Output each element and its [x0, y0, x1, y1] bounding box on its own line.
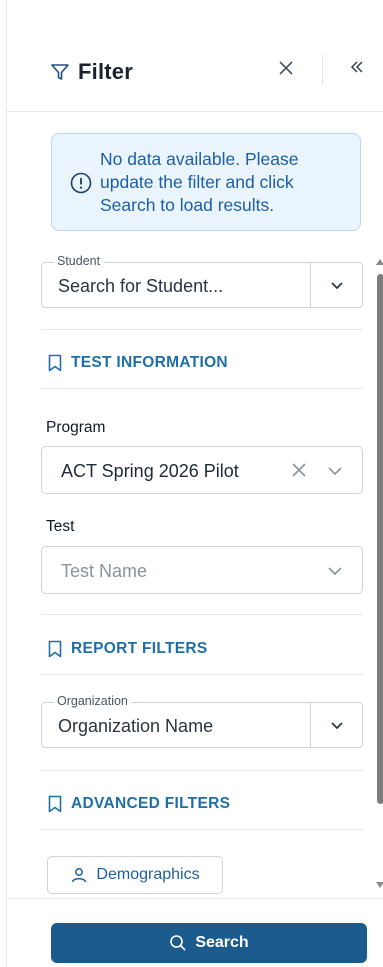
section-report-filters: REPORT FILTERS: [47, 640, 208, 658]
chevron-down-icon: [328, 467, 342, 476]
chevron-down-icon: [328, 567, 342, 576]
scroll-up-arrow-icon[interactable]: [375, 258, 383, 266]
alert-message: No data available. Please update the fil…: [100, 149, 299, 215]
organization-dropdown-button[interactable]: [310, 703, 362, 747]
filter-title: Filter: [78, 59, 133, 84]
section-title: ADVANCED FILTERS: [71, 795, 231, 812]
organization-input[interactable]: Organization Name: [58, 716, 213, 737]
test-placeholder: Test Name: [61, 561, 148, 581]
filter-header: Filter: [7, 40, 383, 112]
divider: [41, 829, 363, 830]
bookmark-icon: [48, 354, 62, 372]
scrollbar[interactable]: [373, 256, 383, 888]
search-button-label: Search: [195, 934, 249, 951]
divider: [41, 388, 363, 389]
filter-title-group: Filter: [50, 59, 133, 85]
student-search-input[interactable]: Search for Student...: [58, 276, 223, 297]
close-icon[interactable]: [274, 56, 298, 80]
program-select[interactable]: ACT Spring 2026 Pilot: [41, 446, 363, 494]
organization-field[interactable]: Organization Organization Name: [41, 694, 363, 748]
divider: [41, 329, 363, 330]
filter-panel: Filter No data available. Please update …: [6, 0, 383, 967]
double-chevron-left-icon[interactable]: [347, 57, 367, 77]
student-dropdown-button[interactable]: [310, 263, 362, 307]
divider: [41, 614, 363, 615]
divider: [41, 674, 363, 675]
chevron-down-icon: [330, 282, 343, 290]
test-select[interactable]: Test Name: [41, 546, 363, 594]
test-label: Test: [46, 518, 75, 535]
program-label: Program: [46, 419, 106, 436]
no-data-alert: No data available. Please update the fil…: [51, 133, 361, 231]
bookmark-icon: [48, 640, 62, 658]
search-icon: [170, 935, 186, 951]
student-label: Student: [54, 254, 104, 268]
section-advanced-filters: ADVANCED FILTERS: [47, 795, 230, 813]
demographics-label: Demographics: [96, 866, 200, 883]
info-circle-icon: [70, 172, 92, 194]
student-field[interactable]: Student Search for Student...: [41, 254, 363, 308]
filter-funnel-icon: [51, 64, 69, 80]
scrollbar-thumb[interactable]: [377, 274, 383, 804]
demographics-button[interactable]: Demographics: [47, 856, 223, 894]
section-title: TEST INFORMATION: [71, 354, 228, 371]
filter-footer: Search: [7, 898, 383, 967]
section-test-information: TEST INFORMATION: [47, 354, 228, 372]
section-title: REPORT FILTERS: [71, 640, 208, 657]
clear-x-icon[interactable]: [290, 461, 308, 479]
organization-label: Organization: [54, 694, 131, 708]
header-divider: [322, 55, 323, 85]
search-button[interactable]: Search: [51, 923, 367, 963]
divider: [41, 770, 363, 771]
chevron-down-icon: [330, 722, 343, 730]
scroll-down-arrow-icon[interactable]: [375, 881, 383, 889]
person-icon: [72, 868, 87, 883]
bookmark-icon: [48, 795, 62, 813]
program-value: ACT Spring 2026 Pilot: [61, 461, 239, 481]
